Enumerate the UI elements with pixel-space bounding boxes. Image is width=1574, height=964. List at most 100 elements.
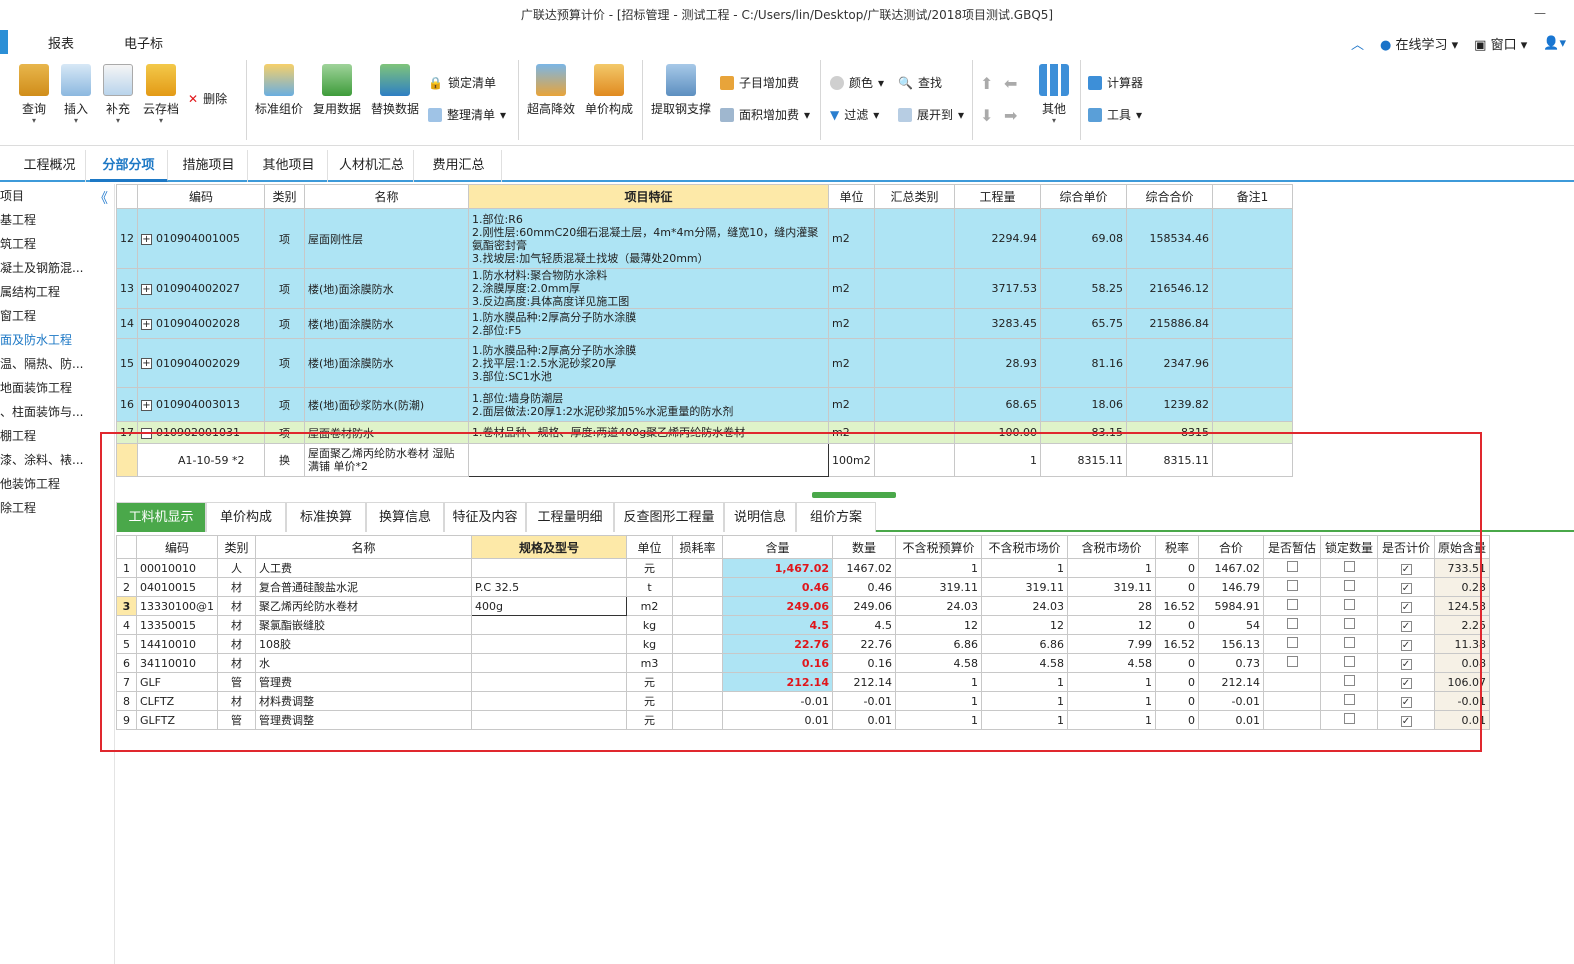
est-cell[interactable]	[1263, 672, 1321, 692]
code-cell[interactable]: A1-10-59 *2	[137, 443, 265, 477]
unit-cell[interactable]: m2	[828, 421, 875, 444]
col-header[interactable]: 规格及型号	[471, 535, 627, 559]
sidebar-item[interactable]: 漆、涂料、裱...	[0, 448, 114, 472]
sidebar-item[interactable]: 属结构工程	[0, 280, 114, 304]
taxmkt-cell[interactable]: 319.11	[1067, 577, 1156, 597]
lock-cell[interactable]	[1320, 710, 1378, 730]
unit-cell[interactable]: m2	[828, 308, 875, 339]
user-icon[interactable]: 👤▾	[1543, 36, 1566, 51]
unit-price-cell[interactable]: 65.75	[1040, 308, 1127, 339]
quantity-cell[interactable]: 3717.53	[954, 268, 1041, 309]
price-cell[interactable]: ✓	[1377, 672, 1435, 692]
summary-type-cell[interactable]	[874, 443, 955, 477]
col-header[interactable]: 不含税预算价	[895, 535, 982, 559]
tab-measures[interactable]: 措施项目	[170, 150, 248, 182]
loss-cell[interactable]	[672, 558, 723, 578]
table-row[interactable]: 9 GLFTZ 管管理费调整元 0.01 0.01 1 1 1 0 0.01 ✓ 0.01	[116, 710, 1491, 730]
spec-cell[interactable]: 400g	[471, 596, 627, 616]
amount-cell[interactable]: 0.46	[832, 577, 896, 597]
chevron-up-icon[interactable]: ︿	[1351, 34, 1364, 53]
sum-cell[interactable]: 1467.02	[1198, 558, 1264, 578]
unit-cell[interactable]: 元	[626, 710, 673, 730]
quantity-cell[interactable]: 3283.45	[954, 308, 1041, 339]
quantity-cell[interactable]: 2294.94	[954, 208, 1041, 269]
sidebar-item[interactable]: 筑工程	[0, 232, 114, 256]
move-left-icon[interactable]: ⬅	[1004, 74, 1017, 93]
col-header[interactable]: 工程量	[954, 184, 1041, 209]
sidebar-item[interactable]: 他装饰工程	[0, 472, 114, 496]
col-header[interactable]: 含税市场价	[1067, 535, 1156, 559]
unit-cell[interactable]: m2	[626, 596, 673, 616]
summary-type-cell[interactable]	[874, 208, 955, 269]
summary-type-cell[interactable]	[874, 308, 955, 339]
collapse-node-icon[interactable]: −	[141, 427, 152, 439]
tab-project-overview[interactable]: 工程概况	[14, 150, 86, 182]
checkbox-icon[interactable]	[1343, 694, 1355, 705]
row-number[interactable]: 12	[116, 208, 138, 269]
spec-cell[interactable]	[471, 710, 627, 730]
detail-tab[interactable]: 换算信息	[366, 502, 444, 532]
spec-cell[interactable]	[471, 691, 627, 711]
summary-type-cell[interactable]	[874, 338, 955, 388]
type-cell[interactable]: 项	[264, 268, 305, 309]
remark-cell[interactable]	[1212, 421, 1293, 444]
table-row[interactable]: 15 +010904002029 项楼(地)面涂膜防水 1.防水膜品种:2厚高分子防水…	[116, 338, 1293, 388]
expand-node-icon[interactable]: +	[141, 399, 152, 411]
price-cell[interactable]: ✓	[1377, 691, 1435, 711]
checkbox-checked-icon[interactable]: ✓	[1400, 563, 1412, 575]
total-price-cell[interactable]: 216546.12	[1126, 268, 1213, 309]
unit-cell[interactable]: m3	[626, 653, 673, 673]
table-row[interactable]: 6 34110010 材水 m3 0.16 0.16 4.58 4.58 4.58 0 0.73 ✓ 0…	[116, 653, 1491, 673]
area-increase-button[interactable]: 面积增加费 ▾	[720, 106, 810, 123]
checkbox-icon[interactable]	[1343, 561, 1355, 572]
col-header[interactable]: 备注1	[1212, 184, 1293, 209]
expand-node-icon[interactable]: +	[141, 233, 152, 245]
unit-cell[interactable]: m2	[828, 338, 875, 388]
sum-cell[interactable]: 0.01	[1198, 710, 1264, 730]
extract-steel-support-button[interactable]: 提取钢支撑	[650, 64, 712, 117]
spec-cell[interactable]	[471, 558, 627, 578]
quantity-cell[interactable]: 28.93	[954, 338, 1041, 388]
checkbox-checked-icon[interactable]: ✓	[1400, 620, 1412, 632]
type-cell[interactable]: 材	[217, 615, 256, 635]
sidebar-item[interactable]: 地面装饰工程	[0, 376, 114, 400]
lock-cell[interactable]	[1320, 653, 1378, 673]
name-cell[interactable]: 楼(地)面涂膜防水	[304, 268, 469, 309]
content-cell[interactable]: 0.01	[722, 710, 833, 730]
no-cell[interactable]: 8	[116, 691, 137, 711]
col-header[interactable]: 综合单价	[1040, 184, 1127, 209]
table-row[interactable]: 8 CLFTZ 材材料费调整元 -0.01 -0.01 1 1 1 0 -0.01 ✓ -0.01	[116, 691, 1491, 711]
pre-cell[interactable]: 4.58	[895, 653, 982, 673]
no-cell[interactable]: 6	[116, 653, 137, 673]
table-row[interactable]: 5 14410010 材 108胶 kg 22.76 22.76 6.86 6.86 7.99 16…	[116, 634, 1491, 654]
checkbox-icon[interactable]	[1343, 618, 1355, 629]
summary-type-cell[interactable]	[874, 421, 955, 444]
unit-cell[interactable]: 元	[626, 672, 673, 692]
loss-cell[interactable]	[672, 615, 723, 635]
sum-cell[interactable]: 54	[1198, 615, 1264, 635]
col-header[interactable]: 类别	[264, 184, 305, 209]
mkt-cell[interactable]: 1	[981, 691, 1068, 711]
loss-cell[interactable]	[672, 577, 723, 597]
remark-cell[interactable]	[1212, 443, 1293, 477]
checkbox-checked-icon[interactable]: ✓	[1400, 601, 1412, 613]
spec-cell[interactable]	[471, 634, 627, 654]
code-cell[interactable]: 14410010	[136, 634, 218, 654]
content-cell[interactable]: 1,467.02	[722, 558, 833, 578]
name-cell[interactable]: 楼(地)面砂浆防水(防潮)	[304, 387, 469, 422]
amount-cell[interactable]: 1467.02	[832, 558, 896, 578]
tools-button[interactable]: 工具 ▾	[1088, 106, 1142, 123]
content-cell[interactable]: 0.46	[722, 577, 833, 597]
checkbox-icon[interactable]	[1286, 637, 1298, 648]
no-cell[interactable]: 1	[116, 558, 137, 578]
code-cell[interactable]: +010904001005	[137, 208, 265, 269]
window-menu-button[interactable]: ▣ 窗口 ▾	[1474, 34, 1527, 53]
name-cell[interactable]: 屋面刚性层	[304, 208, 469, 269]
name-cell[interactable]: 聚乙烯丙纶防水卷材	[255, 596, 472, 616]
loss-cell[interactable]	[672, 710, 723, 730]
taxmkt-cell[interactable]: 1	[1067, 558, 1156, 578]
loss-cell[interactable]	[672, 672, 723, 692]
rate-cell[interactable]: 0	[1155, 615, 1199, 635]
detail-tab[interactable]: 特征及内容	[444, 502, 526, 532]
est-cell[interactable]	[1263, 615, 1321, 635]
